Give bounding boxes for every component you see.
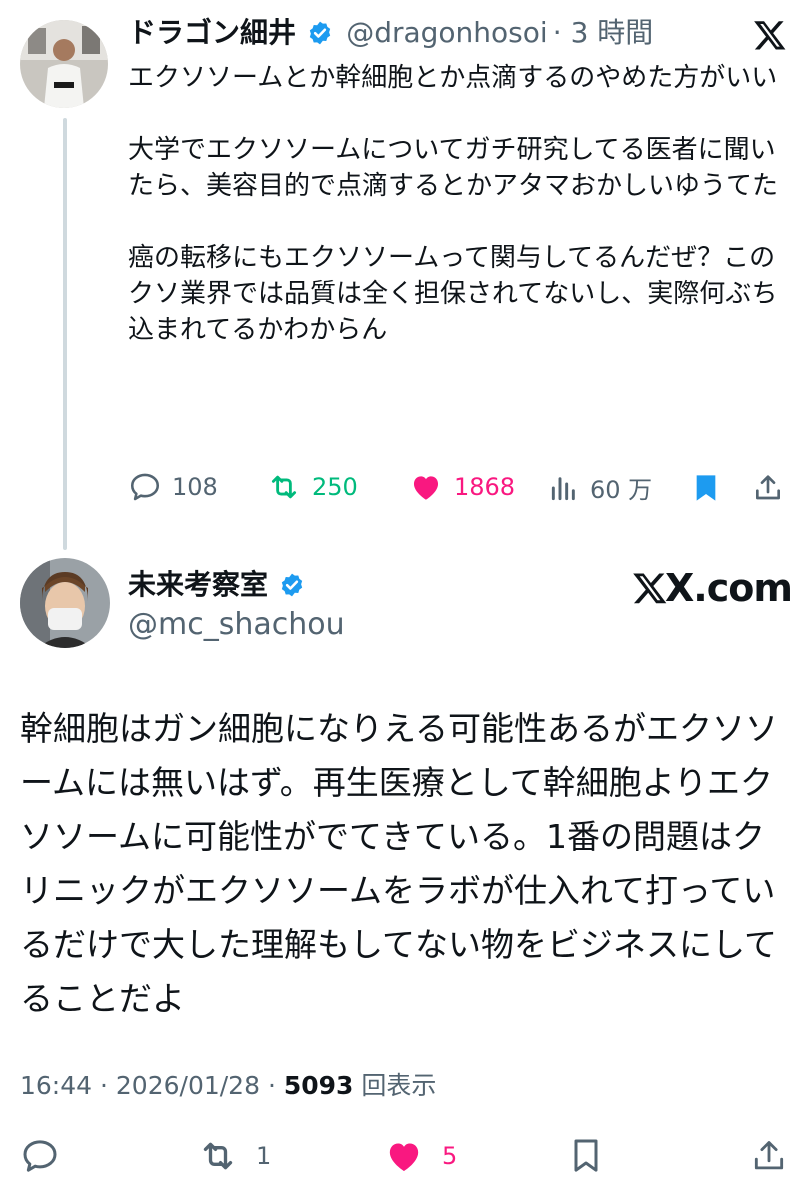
like-icon xyxy=(413,476,439,500)
tweet-text: 幹細胞はガン細胞になりえる可能性あるがエクソソームには無いはず。再生医療として幹… xyxy=(20,709,779,1018)
like-count: 5 xyxy=(442,1142,458,1170)
x-logo-icon xyxy=(633,573,667,604)
retweet-icon xyxy=(271,475,297,499)
avatar-dragonhosoi[interactable] xyxy=(20,20,108,108)
reply-icon[interactable] xyxy=(20,1136,60,1176)
views-count: 5093 xyxy=(283,1071,354,1100)
author-name[interactable]: 未来考察室 xyxy=(128,568,268,601)
views-button[interactable]: 60 万 xyxy=(548,470,652,505)
post-time[interactable]: · 3 時間 xyxy=(553,16,654,49)
bookmark-icon[interactable] xyxy=(690,470,722,506)
reply-count: 108 xyxy=(172,473,218,501)
retweet-count: 250 xyxy=(312,473,358,501)
reply-icon xyxy=(130,473,160,501)
like-count: 1868 xyxy=(454,473,516,501)
avatar-mc-shachou[interactable] xyxy=(20,558,110,648)
share-icon[interactable] xyxy=(752,470,784,506)
x-com-brand: X.com xyxy=(632,566,793,610)
share-icon[interactable] xyxy=(750,1134,788,1178)
author-handle[interactable]: @dragonhosoi xyxy=(346,16,547,49)
verified-icon xyxy=(309,21,331,45)
tweet-text: エクソソームとか幹細胞とか点滴するのやめた方がいい 大学でエクソソームについてガ… xyxy=(128,63,779,345)
author-name[interactable]: ドラゴン細井 xyxy=(128,16,296,49)
views-label: 回表示 xyxy=(361,1071,437,1100)
views-icon xyxy=(551,476,575,500)
like-button[interactable]: 5 xyxy=(382,1136,457,1176)
views-count: 60 万 xyxy=(590,476,653,504)
post-time[interactable]: 16:44 xyxy=(20,1071,92,1100)
reply-button[interactable]: 108 xyxy=(128,470,218,504)
like-icon xyxy=(389,1143,419,1171)
retweet-button[interactable]: 1 xyxy=(196,1136,271,1176)
brand-text: X.com xyxy=(665,566,793,610)
post-meta: 16:44 · 2026/01/28 · 5093 回表示 xyxy=(20,1071,437,1100)
author-handle[interactable]: @mc_shachou xyxy=(128,608,345,642)
like-button[interactable]: 1868 xyxy=(408,470,515,504)
bookmark-icon[interactable] xyxy=(566,1134,606,1178)
post-date[interactable]: 2026/01/28 xyxy=(116,1071,260,1100)
thread-line xyxy=(63,118,67,550)
x-logo-icon[interactable] xyxy=(752,18,788,52)
retweet-button[interactable]: 250 xyxy=(266,470,358,504)
retweet-count: 1 xyxy=(256,1142,272,1170)
retweet-icon xyxy=(203,1142,233,1170)
verified-icon xyxy=(281,573,303,597)
